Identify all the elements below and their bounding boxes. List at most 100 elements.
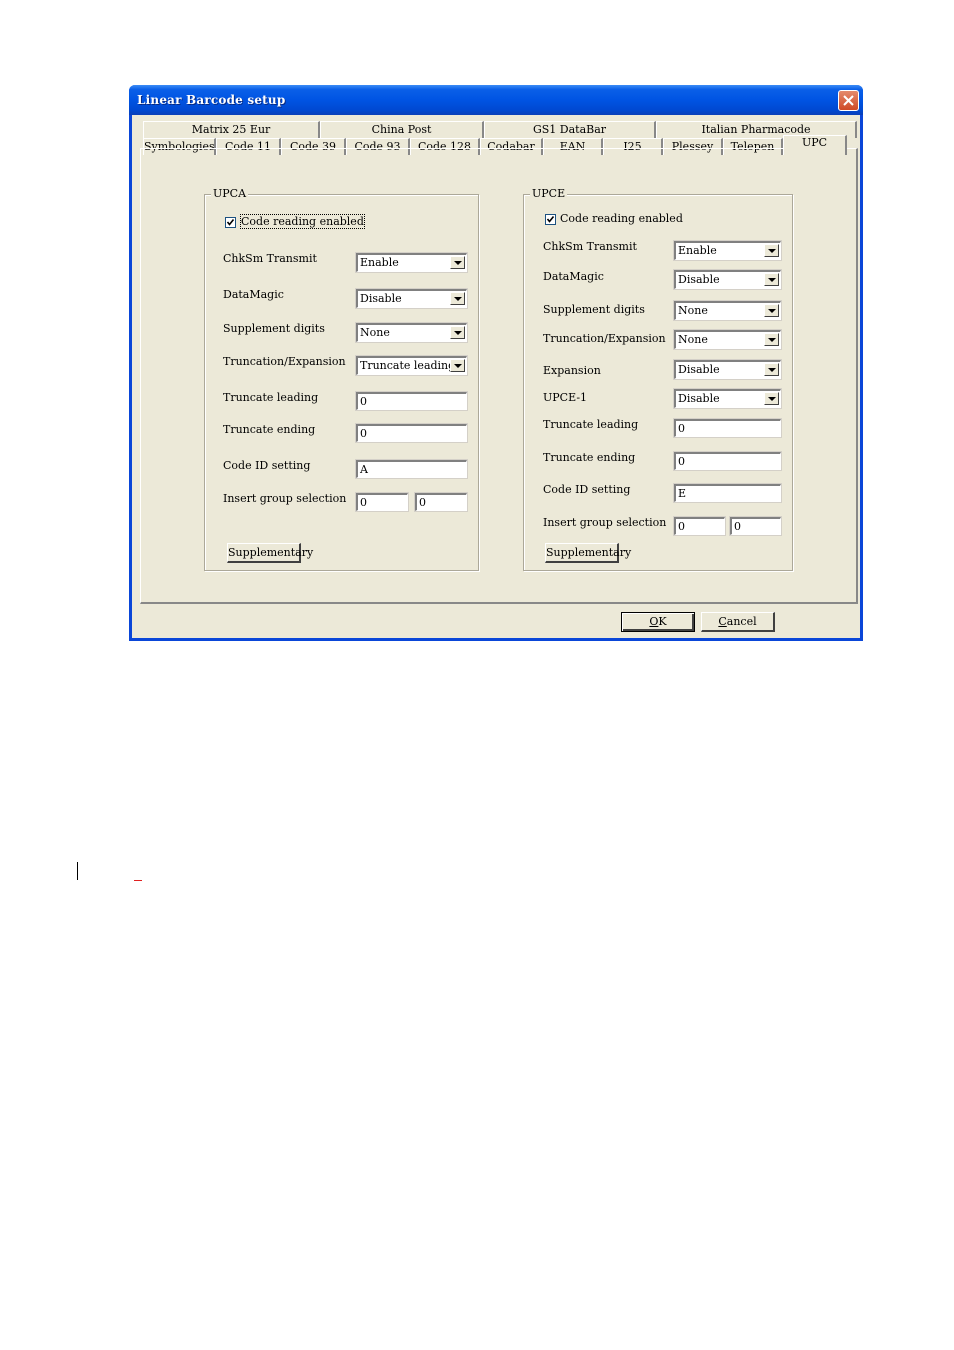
close-x-icon xyxy=(843,95,854,106)
upce-upce1-label: UPCE-1 xyxy=(543,391,588,404)
input-value: 0 xyxy=(419,496,426,509)
upce-code-id-input[interactable]: E xyxy=(673,483,782,503)
input-value: 0 xyxy=(734,520,741,533)
upce-truncate-leading-input[interactable]: 0 xyxy=(673,418,782,438)
change-bar-marker xyxy=(77,862,78,880)
upce-datamagic-select[interactable]: Disable xyxy=(673,269,782,290)
input-value: 0 xyxy=(678,455,685,468)
input-value: E xyxy=(678,487,687,500)
upca-code-reading-label[interactable]: Code reading enabled xyxy=(240,214,365,229)
upce-insert-group-input-1[interactable]: 0 xyxy=(673,516,726,536)
selected-value: Disable xyxy=(678,363,720,376)
input-value: 0 xyxy=(360,496,367,509)
linear-barcode-setup-dialog: Linear Barcode setup Matrix 25 Eur China… xyxy=(129,85,863,641)
input-value: A xyxy=(360,463,368,476)
upce-truncation-expansion-select[interactable]: None xyxy=(673,329,782,350)
upce-truncate-leading-label: Truncate leading xyxy=(543,418,639,431)
dropdown-arrow-icon[interactable] xyxy=(450,292,465,305)
input-value: 0 xyxy=(360,395,367,408)
tab-label: China Post xyxy=(371,123,432,136)
upce-chksm-transmit-label: ChkSm Transmit xyxy=(543,240,637,253)
dropdown-arrow-icon[interactable] xyxy=(764,363,779,376)
upca-code-id-label: Code ID setting xyxy=(223,459,311,472)
upce-insert-group-input-2[interactable]: 0 xyxy=(729,516,782,536)
ok-label: K xyxy=(658,615,667,628)
dropdown-arrow-icon[interactable] xyxy=(764,333,779,346)
upce-code-id-label: Code ID setting xyxy=(543,483,631,496)
tab-matrix-25-eur[interactable]: Matrix 25 Eur xyxy=(143,121,320,138)
upce-truncate-ending-label: Truncate ending xyxy=(543,451,636,464)
dropdown-arrow-icon[interactable] xyxy=(764,273,779,286)
dropdown-arrow-icon[interactable] xyxy=(764,392,779,405)
selected-value: Truncate leading ze: xyxy=(360,359,450,372)
upce-expansion-select[interactable]: Disable xyxy=(673,359,782,380)
window-title: Linear Barcode setup xyxy=(137,93,286,107)
upca-insert-group-input-1[interactable]: 0 xyxy=(355,492,409,512)
selected-value: Enable xyxy=(678,244,717,257)
upce-supplement-digits-select[interactable]: None xyxy=(673,300,782,321)
selected-value: None xyxy=(678,304,708,317)
upca-supplement-digits-select[interactable]: None xyxy=(355,322,468,343)
upce-insert-group-label: Insert group selection xyxy=(543,516,667,529)
upce-supplement-digits-label: Supplement digits xyxy=(543,303,645,316)
dropdown-arrow-icon[interactable] xyxy=(450,359,465,372)
upce-code-reading-label[interactable]: Code reading enabled xyxy=(560,212,683,225)
upca-truncate-ending-label: Truncate ending xyxy=(223,423,316,436)
tab-label: GS1 DataBar xyxy=(532,123,607,136)
input-value: 0 xyxy=(678,422,685,435)
upca-supplement-digits-label: Supplement digits xyxy=(223,322,325,335)
upca-truncation-expansion-select[interactable]: Truncate leading ze: xyxy=(355,355,468,376)
upce-truncate-ending-input[interactable]: 0 xyxy=(673,451,782,471)
upca-insert-group-label: Insert group selection xyxy=(223,492,347,505)
selected-value: Disable xyxy=(678,392,720,405)
upca-insert-group-input-2[interactable]: 0 xyxy=(414,492,468,512)
checkmark-icon xyxy=(546,216,555,223)
upce-code-reading-checkbox[interactable] xyxy=(545,214,556,225)
close-button[interactable] xyxy=(838,90,859,111)
checkmark-icon xyxy=(226,219,235,226)
tab-upc[interactable]: UPC xyxy=(783,135,847,155)
selected-value: None xyxy=(360,326,390,339)
upca-truncation-expansion-label: Truncation/Expansion xyxy=(223,355,346,368)
dropdown-arrow-icon[interactable] xyxy=(764,304,779,317)
cancel-button[interactable]: Cancel xyxy=(701,612,775,632)
tab-china-post[interactable]: China Post xyxy=(320,121,484,138)
upce-expansion-label: Expansion xyxy=(543,364,601,377)
upce-truncation-expansion-label: Truncation/Expansion xyxy=(543,332,666,345)
upc-tab-panel: UPCA Code reading enabled ChkSm Transmit… xyxy=(140,148,858,604)
upca-datamagic-label: DataMagic xyxy=(223,288,284,301)
dropdown-arrow-icon[interactable] xyxy=(450,256,465,269)
upca-truncate-ending-input[interactable]: 0 xyxy=(355,423,468,443)
dropdown-arrow-icon[interactable] xyxy=(764,244,779,257)
upca-code-id-input[interactable]: A xyxy=(355,459,468,479)
upca-supplementary-button[interactable]: Supplementary xyxy=(227,543,313,563)
upca-group: UPCA Code reading enabled ChkSm Transmit… xyxy=(204,187,479,571)
upce-upce1-select[interactable]: Disable xyxy=(673,388,782,409)
upce-group-label: UPCE xyxy=(530,187,568,200)
selected-value: Disable xyxy=(678,273,720,286)
upca-group-label: UPCA xyxy=(211,187,249,200)
title-bar[interactable]: Linear Barcode setup xyxy=(129,85,863,115)
upca-chksm-transmit-select[interactable]: Enable xyxy=(355,252,468,273)
upca-code-reading-checkbox[interactable] xyxy=(225,217,236,228)
ok-button[interactable]: OK xyxy=(621,612,695,632)
upca-chksm-transmit-label: ChkSm Transmit xyxy=(223,252,317,265)
tab-label: UPC xyxy=(801,136,828,149)
cancel-mnemonic: C xyxy=(718,615,727,628)
cancel-label: ancel xyxy=(726,615,757,628)
selected-value: None xyxy=(678,333,708,346)
upca-datamagic-select[interactable]: Disable xyxy=(355,288,468,309)
upca-truncate-leading-label: Truncate leading xyxy=(223,391,319,404)
upce-supplementary-button[interactable]: Supplementary xyxy=(545,543,631,563)
upce-group: UPCE Code reading enabled ChkSm Transmit… xyxy=(523,187,793,571)
upce-chksm-transmit-select[interactable]: Enable xyxy=(673,240,782,261)
selected-value: Enable xyxy=(360,256,399,269)
red-underline-marker xyxy=(134,880,142,881)
tab-gs1-databar[interactable]: GS1 DataBar xyxy=(484,121,656,138)
upca-truncate-leading-input[interactable]: 0 xyxy=(355,391,468,411)
selected-value: Disable xyxy=(360,292,402,305)
upce-datamagic-label: DataMagic xyxy=(543,270,604,283)
input-value: 0 xyxy=(360,427,367,440)
tab-label: Matrix 25 Eur xyxy=(191,123,271,136)
dropdown-arrow-icon[interactable] xyxy=(450,326,465,339)
